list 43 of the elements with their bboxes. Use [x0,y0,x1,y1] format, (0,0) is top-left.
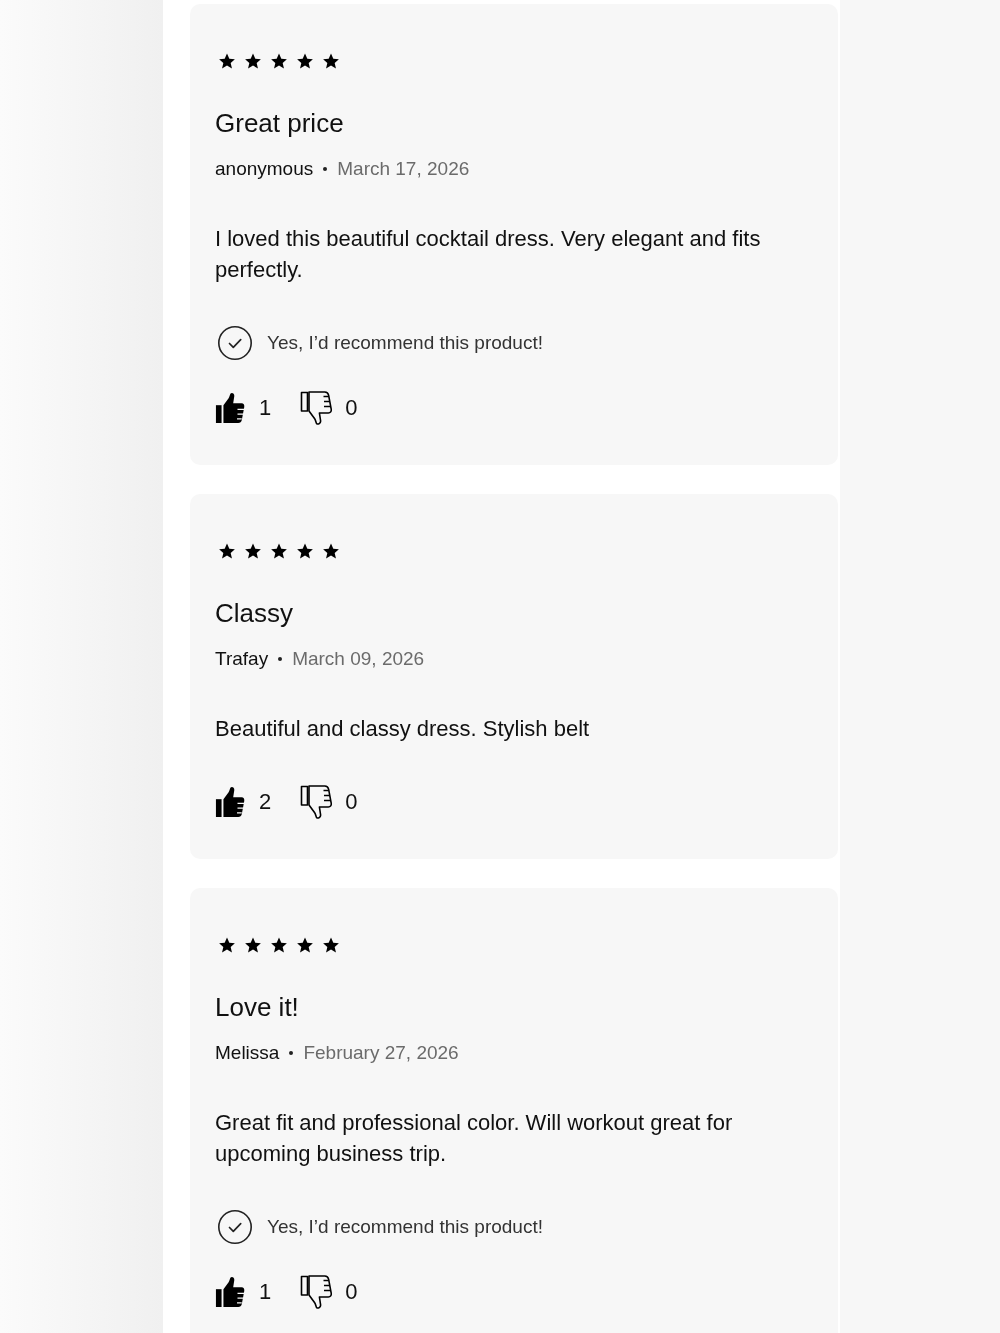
star-icon [244,936,262,954]
review-title: Love it! [215,991,299,1023]
star-icon [322,542,340,560]
star-icon [296,936,314,954]
star-icon [322,52,340,70]
star-icon [322,936,340,954]
not-helpful-vote-button[interactable]: 0 [300,785,358,819]
check-circle-icon [218,326,252,360]
review-title: Classy [215,597,293,629]
review-date: March 09, 2026 [292,647,425,671]
review-text: Great fit and professional color. Will workout great for upcoming business trip. [215,1109,734,1168]
star-icon [218,936,236,954]
star-icon [244,542,262,560]
star-icon [218,542,236,560]
review-date: February 27, 2026 [303,1041,459,1065]
star-icon [218,52,236,70]
star-icon [270,542,288,560]
thumbs-down-icon [300,391,333,425]
reviewer-name: anonymous [215,157,314,181]
not-helpful-vote-button[interactable]: 0 [300,391,358,425]
star-icon [270,936,288,954]
review-date: March 17, 2026 [337,157,470,181]
star-icon [296,52,314,70]
thumbs-up-icon [215,786,245,818]
recommendation-text: Yes, I’d recommend this product! [267,1215,543,1239]
helpful-vote-button[interactable]: 1 [215,392,272,424]
star-icon [244,52,262,70]
review-text: I loved this beautiful cocktail dress. Very elegant and fits perfectly. [215,225,762,284]
review-title: Great price [215,107,344,139]
thumbs-up-icon [215,1276,245,1308]
check-circle-icon [218,1210,252,1244]
review-text: Beautiful and classy dress. Stylish belt [215,715,591,743]
star-icon [270,52,288,70]
star-icon [296,542,314,560]
reviewer-name: Trafay [215,647,269,671]
helpful-vote-button[interactable]: 1 [215,1276,272,1308]
recommendation-text: Yes, I’d recommend this product! [267,331,543,355]
not-helpful-vote-button[interactable]: 0 [300,1275,358,1309]
thumbs-up-icon [215,392,245,424]
thumbs-down-icon [300,785,333,819]
helpful-vote-button[interactable]: 2 [215,786,272,818]
reviewer-name: Melissa [215,1041,280,1065]
thumbs-down-icon [300,1275,333,1309]
